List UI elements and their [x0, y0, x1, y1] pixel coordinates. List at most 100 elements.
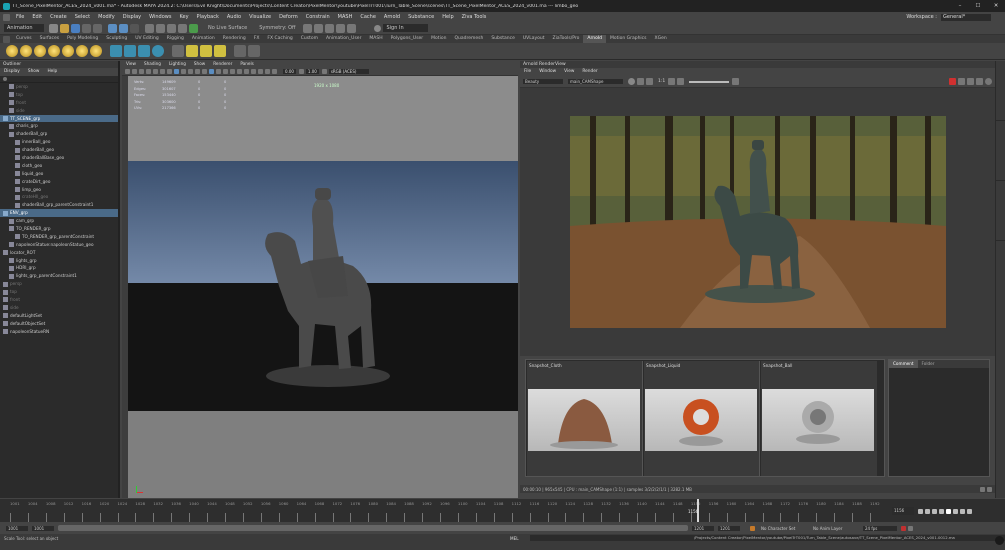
render-frame-icon[interactable] [303, 23, 313, 33]
txmanager-icon[interactable] [200, 45, 212, 57]
outliner-item[interactable]: cam_grp [0, 217, 118, 225]
shelf-tab-uvlayout[interactable]: UVLayout [519, 35, 549, 43]
current-frame-field[interactable]: 1156 [892, 507, 914, 515]
tab-folder[interactable]: Folder [918, 360, 939, 368]
outliner-search-input[interactable] [9, 76, 118, 82]
time-slider[interactable]: 1001 1004 1008 1012 1016 1020 1024 1028 1032 1036… [0, 499, 1005, 522]
outliner-item[interactable]: side [0, 304, 118, 312]
outliner-item[interactable]: front [0, 99, 118, 107]
camera-attributes-icon[interactable] [125, 68, 130, 74]
viewport-menu-renderer[interactable]: Renderer [209, 61, 236, 67]
shelf-tab-curves[interactable]: Curves [12, 35, 36, 43]
workspace-dropdown[interactable]: General* [941, 13, 991, 21]
flush-cache-icon[interactable] [152, 45, 164, 57]
outliner-item[interactable]: front [0, 296, 118, 304]
shelf-tab-polygons-user[interactable]: Polygons_User [387, 35, 428, 43]
outliner-item[interactable]: persp [0, 83, 118, 91]
outliner-item[interactable]: shaderBallBase_geo [0, 154, 118, 162]
play-forward-icon[interactable] [946, 508, 951, 514]
outliner-item[interactable]: shaderBall_grp [0, 130, 118, 138]
menu-substance[interactable]: Substance [404, 12, 438, 22]
menu-file[interactable]: File [12, 12, 28, 22]
anti-aliasing-icon[interactable] [258, 68, 263, 74]
outliner-menu-help[interactable]: Help [43, 68, 61, 76]
bookmark-icon[interactable] [132, 68, 137, 74]
viewport-menu-view[interactable]: View [122, 61, 140, 67]
motion-blur-icon[interactable] [251, 68, 256, 74]
2d-pan-icon[interactable] [146, 68, 151, 74]
maximize-button[interactable]: ☐ [969, 3, 987, 9]
shelf-tab-xgen[interactable]: XGen [651, 35, 671, 43]
outliner-item[interactable]: napoleonStatueRN [0, 328, 118, 336]
outliner-item[interactable]: crateHIl_geo [0, 193, 118, 201]
range-bar-slider[interactable] [58, 525, 688, 531]
shelf-settings-icon[interactable] [3, 35, 10, 43]
open-scene-icon[interactable] [60, 23, 69, 33]
outliner-item[interactable]: limp_geo [0, 186, 118, 194]
outliner-item[interactable]: liquid_geo [0, 170, 118, 178]
aov-icon[interactable] [248, 45, 260, 57]
live-surface-field[interactable]: No Live Surface [208, 25, 247, 31]
attribute-editor-tab[interactable] [996, 181, 1005, 241]
channel-box-tab[interactable] [996, 61, 1005, 121]
symmetry-dropdown[interactable]: Symmetry: Off [259, 25, 295, 31]
select-component-icon[interactable] [130, 23, 139, 33]
menu-create[interactable]: Create [46, 12, 71, 22]
aov-dropdown[interactable]: Beauty [523, 79, 563, 84]
fit-frame-icon[interactable] [646, 78, 653, 85]
range-inner-start-field[interactable]: 1001 [32, 525, 54, 531]
camera-dropdown[interactable]: main_CAMShape [568, 79, 623, 84]
shelf-tab-animation-user[interactable]: Animation_User [322, 35, 365, 43]
expand-icon[interactable] [987, 486, 992, 492]
shelf-tab-rendering[interactable]: Rendering [219, 35, 250, 43]
outliner-item[interactable]: top [0, 288, 118, 296]
select-hierarchy-icon[interactable] [108, 23, 117, 33]
range-start-field[interactable]: 1001 [6, 525, 28, 531]
channel-rgb-icon[interactable] [628, 78, 635, 85]
menu-visualize[interactable]: Visualize [245, 12, 275, 22]
shelf-tab-motion[interactable]: Motion [427, 35, 450, 43]
outliner-item[interactable]: napoleonStatue:napoleonStatue_geo [0, 241, 118, 249]
use-lights-icon[interactable] [230, 68, 235, 74]
outliner-item[interactable]: HDRI_grp [0, 264, 118, 272]
shelf-tab-uv-editing[interactable]: UV Editing [131, 35, 162, 43]
auto-key-icon[interactable] [901, 525, 906, 531]
menu-modify[interactable]: Modify [94, 12, 119, 22]
outliner-item[interactable]: cloth_geo [0, 162, 118, 170]
fps-dropdown[interactable]: 24 fps [863, 525, 897, 531]
volume-icon[interactable] [124, 45, 136, 57]
step-back-key-icon[interactable] [925, 508, 930, 514]
menu-playback[interactable]: Playback [193, 12, 223, 22]
modeling-toolkit-tab[interactable] [996, 121, 1005, 181]
viewport-menu-lighting[interactable]: Lighting [165, 61, 190, 67]
outliner-item[interactable]: ENV_grp [0, 209, 118, 218]
image-plane-icon[interactable] [139, 68, 144, 74]
menu-deform[interactable]: Deform [275, 12, 302, 22]
display-settings-icon[interactable] [677, 78, 685, 85]
command-language[interactable]: MEL [510, 536, 530, 541]
viewport-menu-shading[interactable]: Shading [140, 61, 165, 67]
napoleon-statue-model[interactable] [253, 186, 393, 391]
minimize-button[interactable]: – [951, 3, 969, 9]
viewport-canvas[interactable]: Verts: 149609 0 0 Edges: 301607 0 0 Faces: 153440… [128, 76, 518, 498]
step-forward-icon[interactable] [953, 508, 958, 514]
shelf-tab-custom[interactable]: Custom [297, 35, 322, 43]
undo-icon[interactable] [82, 23, 91, 33]
shelf-tab-fx[interactable]: FX [250, 35, 264, 43]
close-button[interactable]: ✕ [987, 3, 1005, 9]
arnold-menu-window[interactable]: Window [535, 68, 560, 76]
new-scene-icon[interactable] [49, 23, 58, 33]
arnold-menu-render[interactable]: Render [578, 68, 601, 76]
snapshot-icon[interactable] [976, 78, 983, 85]
render-view-icon[interactable] [172, 45, 184, 57]
anim-layer-dropdown[interactable]: No Anim Layer [813, 526, 859, 531]
viewport-menu-show[interactable]: Show [190, 61, 209, 67]
tab-comment[interactable]: Comment [889, 360, 918, 368]
snapshot-liquid[interactable]: Snapshot_Liquid [644, 361, 760, 476]
exposure-field[interactable]: 0.00 [283, 68, 296, 74]
grease-pencil-icon[interactable] [153, 68, 158, 74]
outliner-item[interactable]: TO_RENDER_grp_parentConstraint [0, 233, 118, 241]
shelf-tab-substance[interactable]: Substance [487, 35, 519, 43]
range-end-field[interactable]: 1201 [718, 525, 740, 531]
shelf-tab-rigging[interactable]: Rigging [163, 35, 188, 43]
